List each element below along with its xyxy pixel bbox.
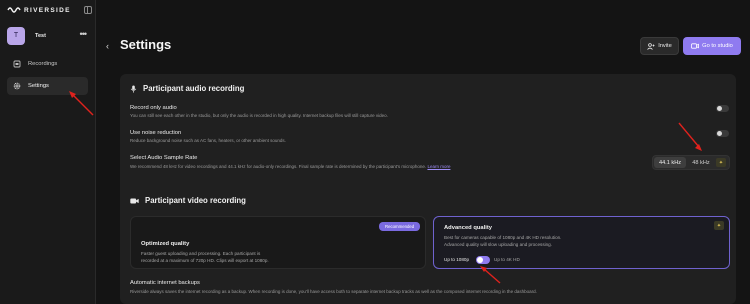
resolution-4k-label: Up to 4K HD — [494, 257, 520, 262]
optimized-quality-desc-line1: Faster guest uploading and processing. E… — [141, 251, 261, 256]
advanced-quality-desc-line2: Advanced quality will slow uploading and… — [444, 242, 553, 247]
invite-button-label: Invite — [658, 43, 672, 49]
sample-rate-44k-option[interactable]: 44.1 kHz — [654, 157, 686, 168]
optimized-quality-card[interactable]: Recommended Optimized quality Faster gue… — [130, 216, 426, 269]
settings-panel: Participant audio recording Record only … — [120, 74, 736, 304]
record-only-audio-desc: You can still see each other in the stud… — [130, 113, 388, 118]
sidebar: RIVERSIDE T Test ••• Recordings Settings — [0, 0, 96, 304]
more-options-icon[interactable]: ••• — [80, 30, 88, 39]
workspace-name: Test — [35, 32, 46, 39]
sample-rate-selector: 44.1 kHz 48 kHz ✦ — [652, 155, 730, 170]
video-section-title: Participant video recording — [130, 196, 246, 205]
microphone-icon — [130, 85, 137, 93]
noise-reduction-desc: Reduce background noise such as AC fans,… — [130, 138, 286, 143]
resolution-toggle[interactable] — [476, 256, 490, 264]
internet-backups-desc: Riverside always saves the internet reco… — [130, 289, 537, 294]
internet-backups-title: Automatic internet backups — [130, 280, 200, 286]
recordings-icon — [13, 60, 21, 68]
advanced-quality-card[interactable]: ✦ Advanced quality Best for cameras capa… — [433, 216, 730, 269]
sidebar-item-label: Settings — [28, 83, 49, 89]
riverside-wave-icon — [7, 7, 21, 13]
record-only-audio-toggle[interactable] — [716, 105, 729, 112]
sidebar-item-recordings[interactable]: Recordings — [7, 55, 88, 73]
gear-icon — [13, 82, 21, 90]
go-to-studio-label: Go to studio — [702, 43, 733, 49]
back-chevron-icon[interactable]: ‹ — [106, 41, 109, 51]
noise-reduction-toggle[interactable] — [716, 130, 729, 137]
noise-reduction-title: Use noise reduction — [130, 130, 182, 136]
sample-rate-48k-option[interactable]: 48 kHz — [689, 157, 713, 168]
premium-star-icon: ✦ — [714, 221, 724, 230]
add-user-icon — [647, 42, 655, 50]
advanced-quality-desc-line1: Best for cameras capable of 1080p and 4K… — [444, 235, 562, 240]
resolution-1080p-label: Up to 1080p — [444, 257, 470, 262]
record-only-audio-title: Record only audio — [130, 105, 177, 111]
sidebar-item-label: Recordings — [28, 61, 58, 67]
invite-button[interactable]: Invite — [640, 37, 679, 55]
video-section-label: Participant video recording — [145, 196, 246, 205]
advanced-quality-title: Advanced quality — [444, 225, 492, 231]
learn-more-link[interactable]: Learn more — [427, 164, 450, 169]
video-camera-icon — [130, 198, 139, 203]
go-to-studio-button[interactable]: Go to studio — [683, 37, 741, 55]
page-title: Settings — [120, 37, 172, 52]
brand-logo[interactable]: RIVERSIDE — [7, 6, 71, 14]
page-header: ‹ Settings Invite Go to studio — [96, 0, 750, 70]
optimized-quality-desc-line2: recorded at a maximum of 720p HD. Clips … — [141, 258, 269, 263]
recommended-badge: Recommended — [379, 222, 421, 231]
optimized-quality-title: Optimized quality — [141, 241, 190, 247]
audio-section-label: Participant audio recording — [143, 84, 245, 93]
sample-rate-desc: We recommend 48 kHz for video recordings… — [130, 164, 450, 169]
sample-rate-desc-text: We recommend 48 kHz for video recordings… — [130, 164, 427, 169]
audio-section-title: Participant audio recording — [130, 84, 244, 93]
sidebar-collapse-icon[interactable] — [84, 6, 92, 14]
premium-star-icon: ✦ — [716, 158, 726, 167]
video-camera-icon — [691, 43, 700, 49]
workspace-avatar: T — [7, 26, 25, 45]
brand-name: RIVERSIDE — [24, 6, 71, 14]
workspace-switcher[interactable]: T Test ••• — [7, 26, 89, 45]
sample-rate-title: Select Audio Sample Rate — [130, 155, 198, 161]
sidebar-item-settings[interactable]: Settings — [7, 77, 88, 95]
